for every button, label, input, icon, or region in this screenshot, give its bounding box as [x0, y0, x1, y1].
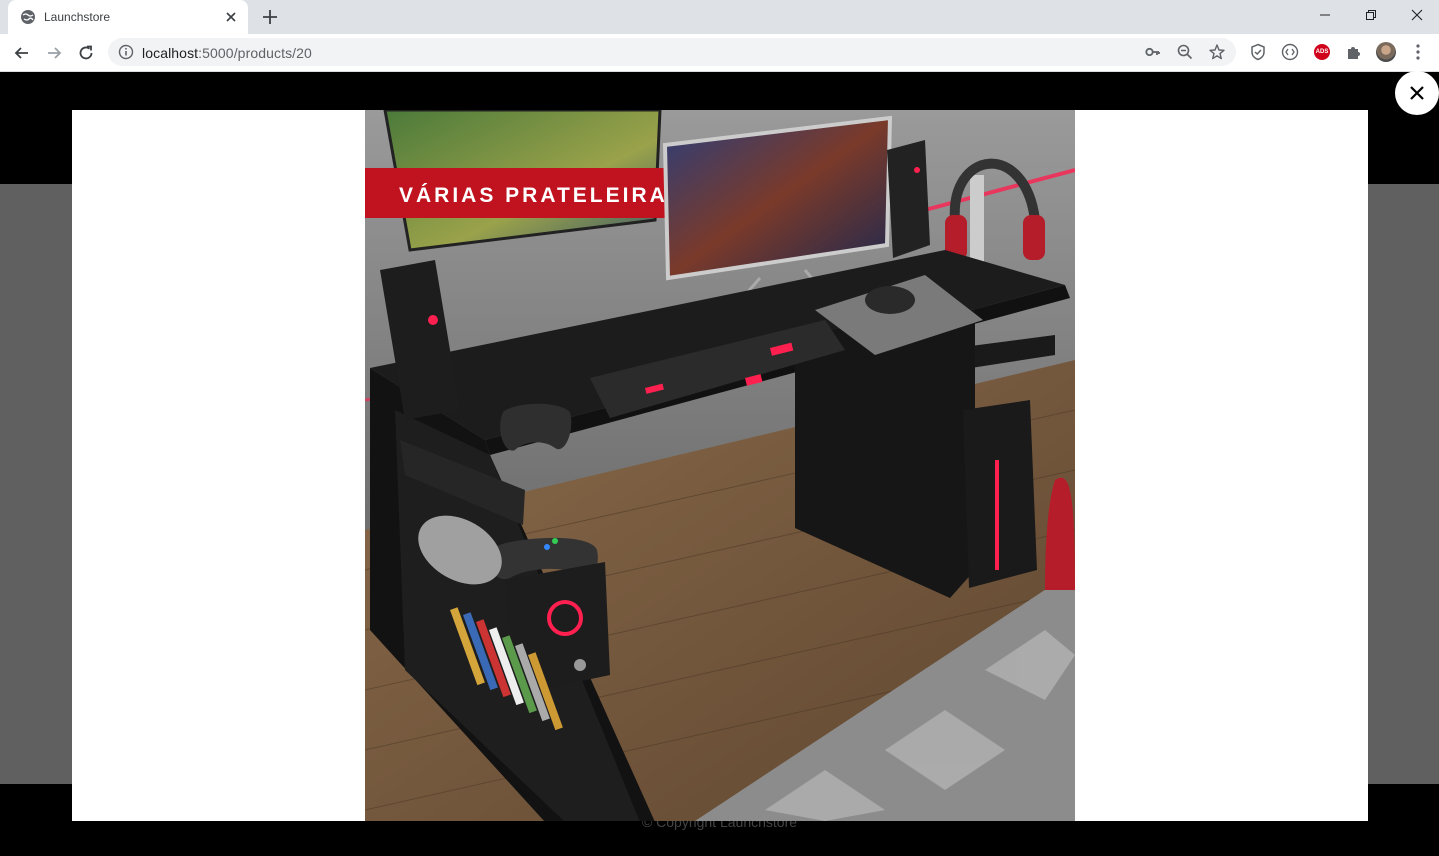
product-photo[interactable]: VÁRIAS PRATELEIRAS [365, 110, 1075, 821]
browser-toolbar: localhost:5000/products/20 ADS [0, 34, 1439, 72]
globe-icon [21, 10, 35, 24]
reload-button[interactable] [74, 41, 98, 65]
browser-tab[interactable]: Launchstore [8, 0, 248, 34]
tab-strip: Launchstore [0, 0, 1439, 34]
bookmark-star-icon[interactable] [1208, 43, 1226, 61]
url-host: localhost [142, 45, 199, 61]
zoom-out-icon[interactable] [1176, 43, 1194, 61]
close-lightbox-button[interactable] [1395, 71, 1439, 115]
close-icon [1410, 86, 1424, 100]
menu-button[interactable] [1408, 42, 1428, 62]
close-tab-icon[interactable] [222, 8, 240, 26]
minimize-icon [1320, 14, 1330, 16]
key-icon[interactable] [1144, 43, 1162, 61]
forward-arrow-icon [48, 47, 62, 59]
url-text: localhost:5000/products/20 [142, 45, 312, 61]
extensions-button[interactable] [1344, 42, 1364, 62]
minimize-button[interactable] [1302, 0, 1348, 30]
new-tab-icon[interactable] [258, 6, 282, 28]
image-lightbox: VÁRIAS PRATELEIRAS [72, 110, 1368, 821]
code-extension[interactable] [1280, 42, 1300, 62]
forward-button[interactable] [42, 41, 66, 65]
back-arrow-icon [14, 47, 28, 59]
restore-button[interactable] [1348, 0, 1394, 30]
profile-button[interactable] [1376, 42, 1396, 62]
tab-title: Launchstore [44, 10, 111, 24]
back-button[interactable] [10, 41, 34, 65]
adblock-extension[interactable]: ADS [1312, 42, 1332, 62]
code-brackets-icon [1281, 43, 1299, 61]
shield-icon [1251, 43, 1265, 61]
close-window-icon [1411, 9, 1423, 21]
info-icon[interactable] [118, 44, 134, 60]
gaming-desk-illustration: VÁRIAS PRATELEIRAS [365, 110, 1075, 821]
puzzle-icon [1348, 47, 1360, 59]
restore-icon [1366, 10, 1376, 20]
url-path: :5000/products/20 [198, 45, 312, 61]
reload-icon [79, 45, 93, 60]
shield-extension[interactable] [1248, 42, 1268, 62]
kebab-menu-icon [1416, 44, 1420, 60]
address-bar[interactable]: localhost:5000/products/20 [108, 38, 1236, 66]
close-window-button[interactable] [1394, 0, 1439, 30]
avatar [1376, 42, 1396, 62]
ads-badge-icon: ADS [1314, 44, 1330, 60]
banner-text: VÁRIAS PRATELEIRAS [399, 184, 685, 207]
